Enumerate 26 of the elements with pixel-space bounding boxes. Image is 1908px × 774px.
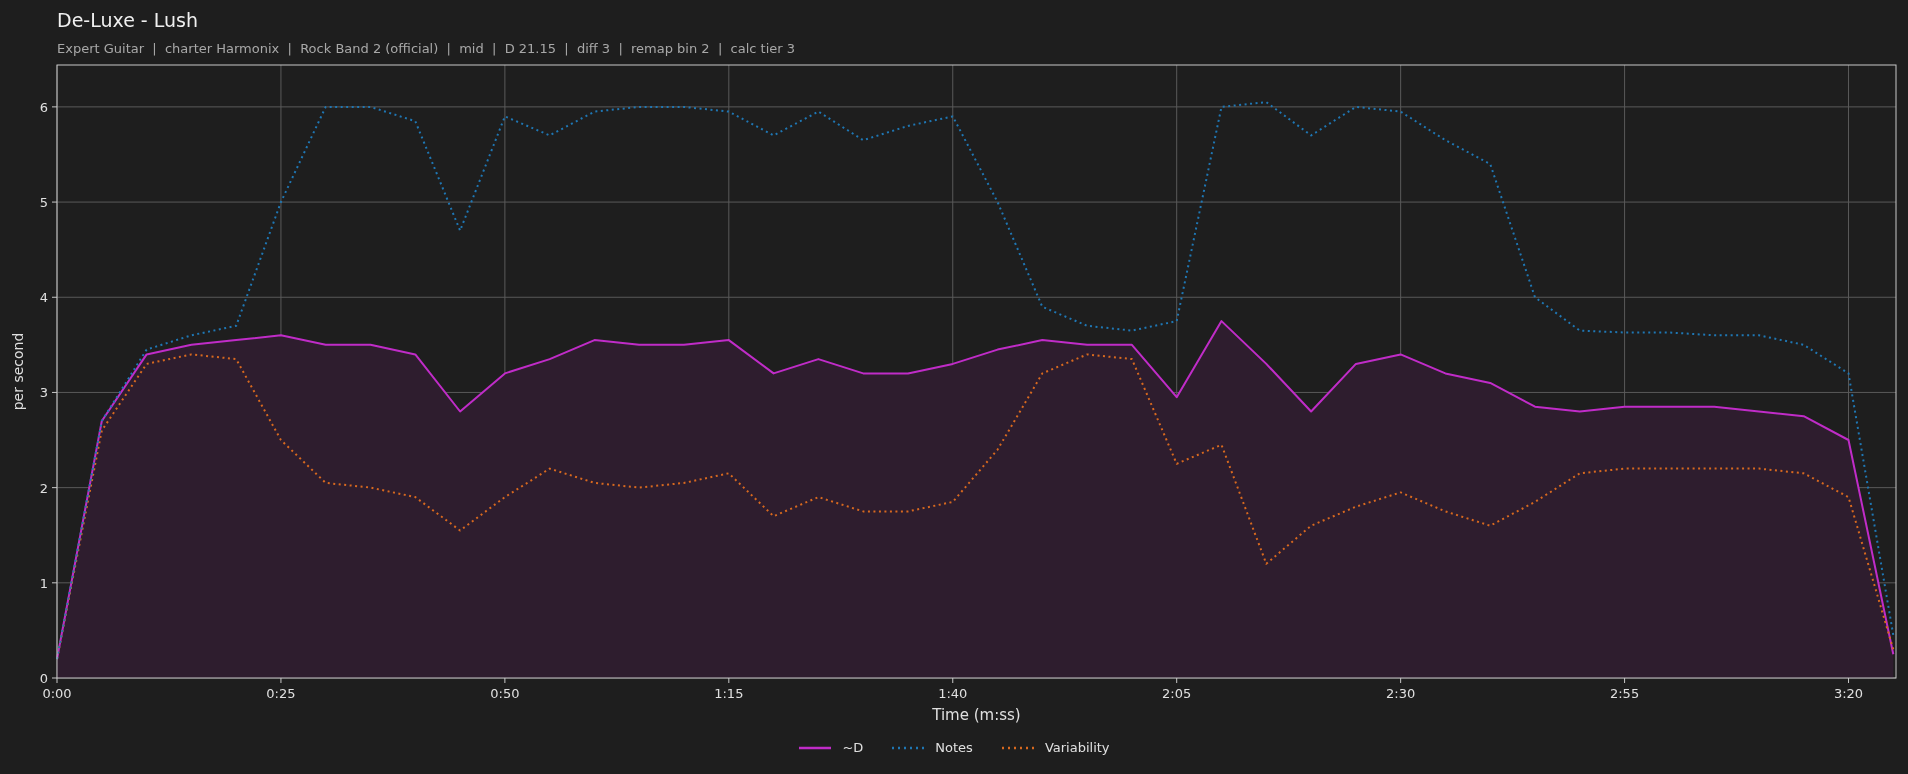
legend-label: ~D — [842, 739, 864, 757]
legend-swatch — [891, 745, 926, 750]
x-axis-label: Time (m:ss) — [932, 706, 1021, 724]
chart-subtitle: Expert Guitar | charter Harmonix | Rock Band 2 (official) | mid | D 21.15 | diff 3 | remap bin 2 | calc tier 3 — [57, 40, 795, 58]
x-tick-label: 2:05 — [1162, 686, 1192, 701]
y-tick-label: 5 — [39, 195, 48, 211]
y-tick-label: 2 — [39, 480, 48, 496]
y-tick-label: 4 — [39, 290, 48, 306]
x-tick-label: 1:40 — [938, 686, 968, 701]
legend-label: Variability — [1044, 739, 1110, 757]
x-tick-label: 0:25 — [266, 686, 296, 701]
chart-title: De-Luxe - Lush — [57, 8, 198, 33]
legend-swatch — [1000, 745, 1035, 750]
y-tick-label: 3 — [39, 385, 48, 401]
y-tick-label: 0 — [39, 671, 48, 686]
y-tick-label: 6 — [39, 99, 48, 115]
x-tick-label: 0:50 — [490, 686, 520, 701]
legend-swatch — [798, 745, 833, 750]
x-tick-label: 0:00 — [42, 686, 72, 701]
y-tick-label: 1 — [39, 575, 48, 591]
legend-label: Notes — [935, 739, 973, 757]
x-tick-label: 3:20 — [1833, 686, 1864, 701]
y-axis-label: per second — [10, 332, 26, 411]
x-tick-label: 1:15 — [714, 686, 744, 701]
x-tick-label: 2:30 — [1386, 686, 1416, 701]
x-tick-label: 2:55 — [1610, 686, 1640, 701]
